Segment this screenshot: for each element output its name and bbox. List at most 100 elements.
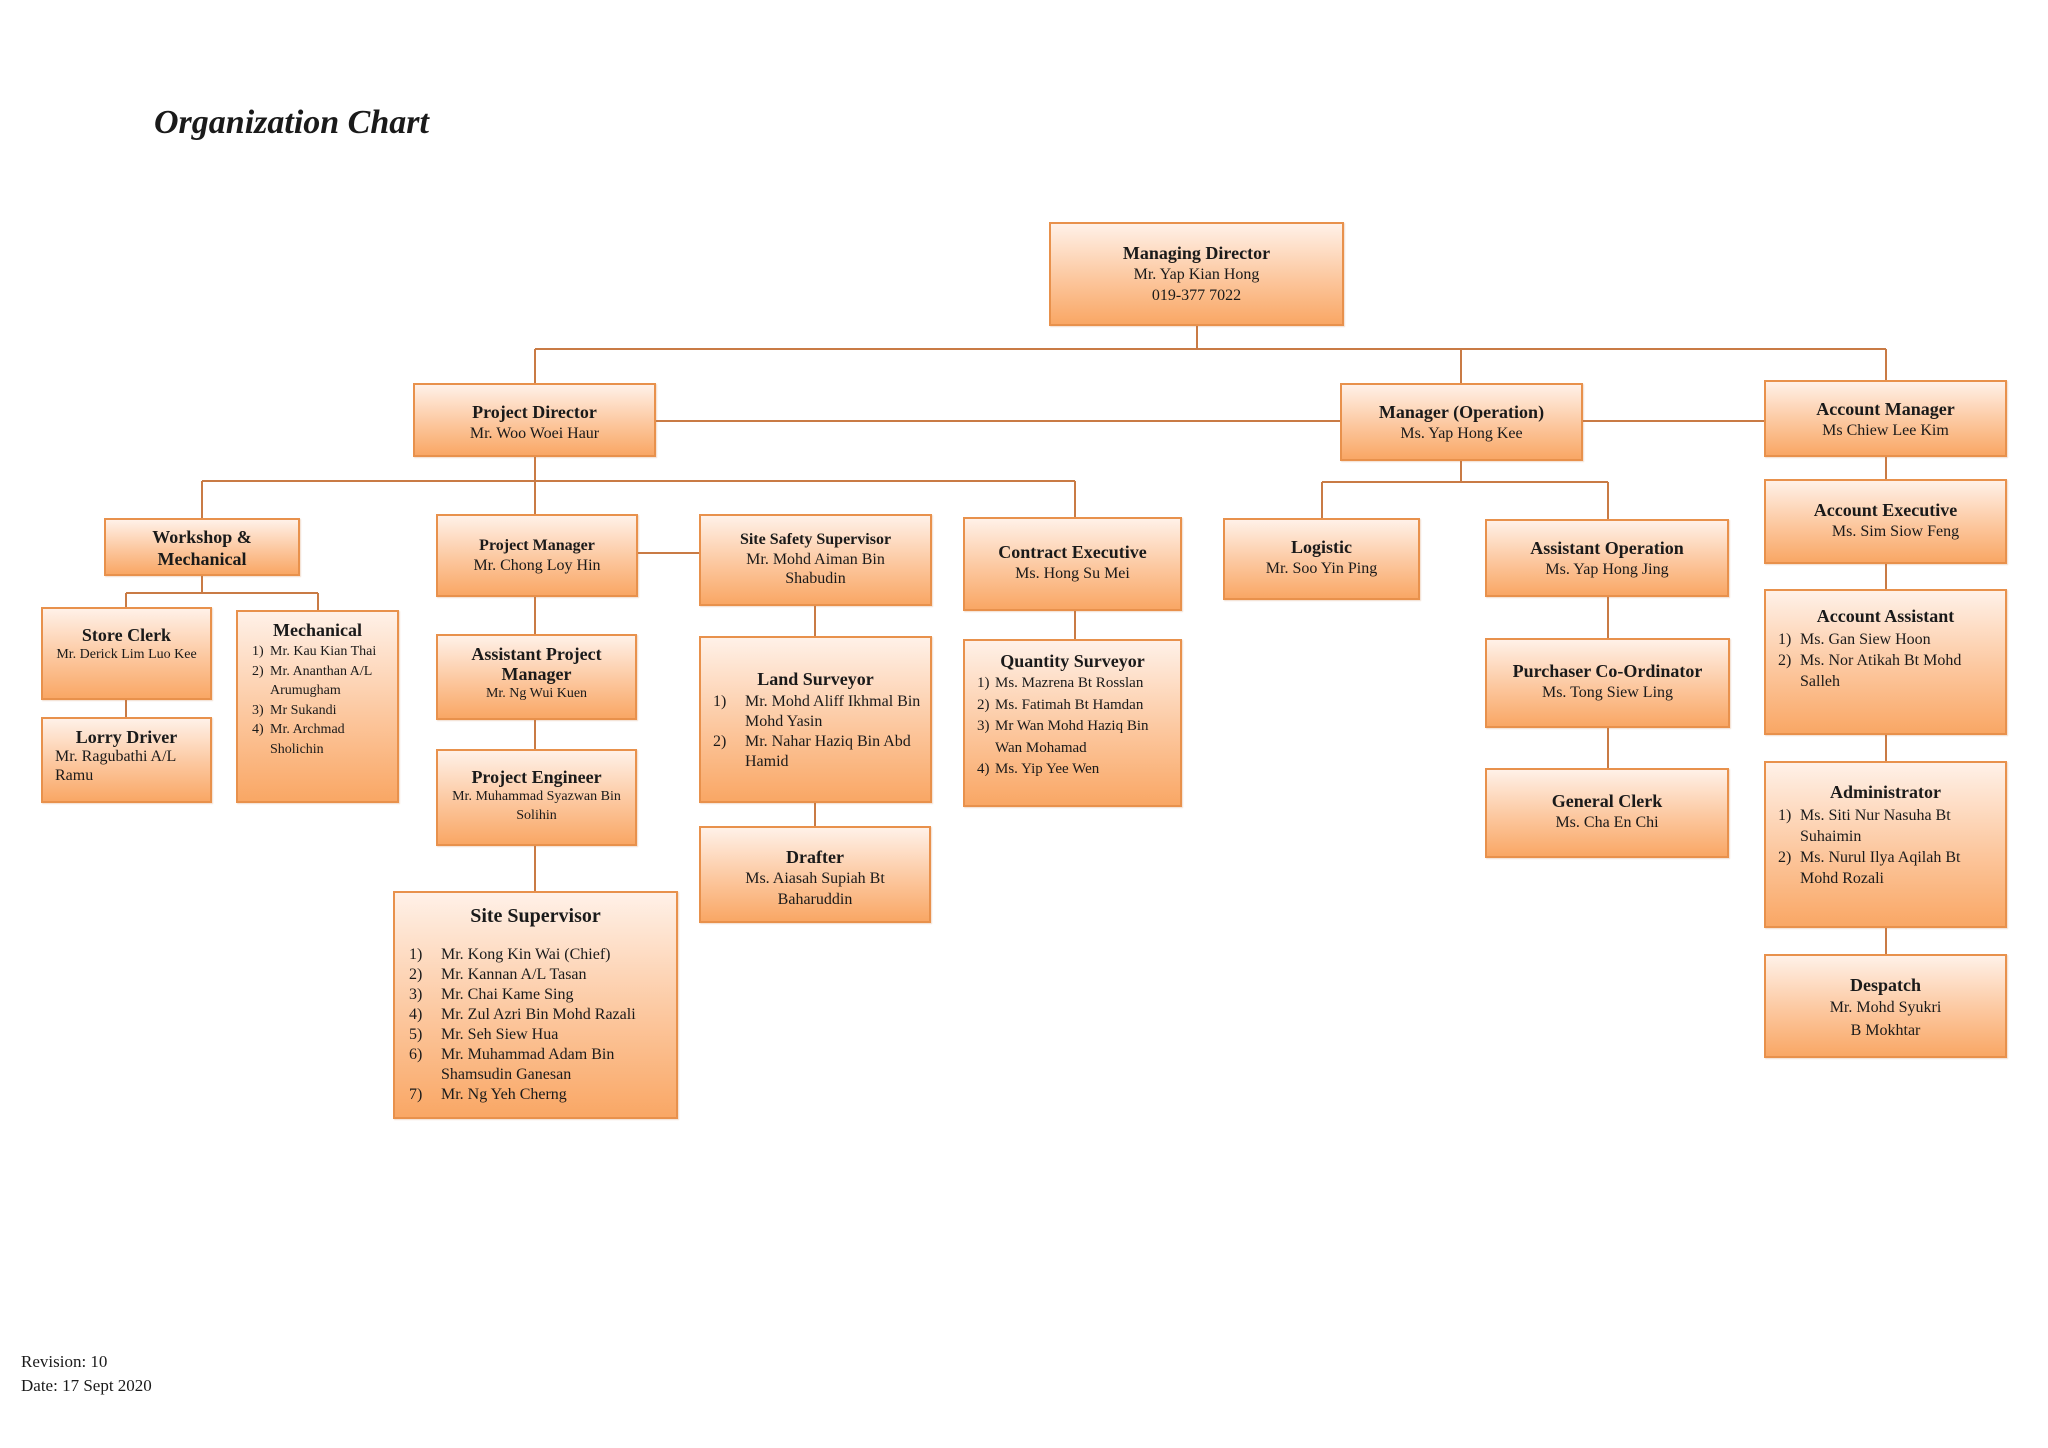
node-title: Lorry Driver — [75, 727, 178, 747]
node-phone: 019-377 7022 — [1151, 287, 1242, 304]
member-item: 2) Mr. Ananthan A/L Arumugham — [252, 663, 372, 699]
member-item: 4) Ms. Yip Yee Wen — [977, 761, 1100, 777]
node-land-surveyor: Land Surveyor 1) Mr. Mohd Aliff Ikhmal Bi… — [699, 636, 932, 803]
date-label: Date: 17 Sept 2020 — [21, 1376, 152, 1395]
node-name: Mr. Chong Loy Hin — [473, 557, 601, 574]
member-list: 1) Ms. Mazrena Bt Rosslan 2) Ms. Fatimah B… — [965, 673, 1180, 781]
node-assistant-project-manager: Assistant Project Manager Mr. Ng Wui Kue… — [436, 634, 637, 720]
node-title: General Clerk — [1551, 791, 1663, 811]
member-list: 1) Mr. Kong Kin Wai (Chief) 2) Mr. Kannan … — [395, 945, 676, 1105]
node-title: Mechanical — [273, 620, 362, 640]
node-name: Ms. Aiasah Supiah Bt Baharuddin — [745, 870, 885, 908]
node-name: Ms. Tong Siew Ling — [1541, 684, 1674, 701]
member-item: 5) Mr. Seh Siew Hua — [409, 1026, 559, 1043]
node-title: Purchaser Co-Ordinator — [1512, 661, 1703, 681]
node-project-director: Project Director Mr. Woo Woei Haur — [413, 383, 656, 457]
node-drafter: Drafter Ms. Aiasah Supiah Bt Baharuddin — [699, 826, 931, 923]
node-title: Drafter — [786, 847, 844, 867]
node-title: Managing Director — [1122, 243, 1271, 263]
node-account-assistant: Account Assistant 1) Ms. Gan Siew Hoon 2)… — [1764, 589, 2007, 735]
node-manager-operation: Manager (Operation) Ms. Yap Hong Kee — [1340, 383, 1583, 461]
node-lorry-driver: Lorry Driver Mr. Ragubathi A/L Ramu — [41, 717, 212, 803]
node-administrator: Administrator 1) Ms. Siti Nur Nasuha Bt S… — [1764, 761, 2007, 928]
node-assistant-operation: Assistant Operation Ms. Yap Hong Jing — [1485, 519, 1729, 597]
member-item: 1) Mr. Mohd Aliff Ikhmal Bin Mohd Yasin — [713, 693, 921, 730]
node-title: Land Surveyor — [757, 669, 874, 689]
node-title: Contract Executive — [998, 542, 1147, 562]
node-workshop-mechanical: Workshop & Mechanical — [104, 518, 300, 576]
member-item: 1) Ms. Siti Nur Nasuha Bt Suhaimin — [1778, 807, 1951, 845]
node-name: Mr. Derick Lim Luo Kee — [56, 647, 197, 662]
node-purchaser-coordinator: Purchaser Co-Ordinator Ms. Tong Siew Lin… — [1485, 638, 1730, 728]
member-list: 1) Ms. Siti Nur Nasuha Bt Suhaimin 2) Ms. … — [1766, 805, 2005, 889]
node-name: Ms. Hong Su Mei — [1015, 565, 1130, 582]
node-project-manager: Project Manager Mr. Chong Loy Hin — [436, 514, 638, 597]
node-name: Ms. Yap Hong Jing — [1545, 561, 1669, 578]
revision-label: Revision: 10 — [21, 1352, 108, 1371]
node-title: Despatch — [1850, 975, 1921, 995]
node-title: Assistant Project Manager — [471, 644, 602, 684]
member-item: 1) Mr. Kau Kian Thai — [252, 644, 377, 659]
node-title: Site Supervisor — [470, 905, 601, 927]
node-mechanical: Mechanical 1) Mr. Kau Kian Thai 2) Mr. Ana… — [236, 610, 399, 803]
member-item: 2) Ms. Nurul Ilya Aqilah Bt Mohd Rozali — [1778, 849, 1961, 887]
node-account-manager: Account Manager Ms Chiew Lee Kim — [1764, 380, 2007, 457]
node-account-executive: Account Executive Ms. Sim Siow Feng — [1764, 479, 2007, 564]
member-item: 2) Mr. Kannan A/L Tasan — [409, 966, 587, 983]
node-name: Mr. Yap Kian Hong — [1133, 266, 1260, 283]
node-name: Mr. Ragubathi A/L Ramu — [55, 748, 176, 784]
member-item: 3) Mr Wan Mohd Haziq Bin Wan Mohamad — [977, 718, 1149, 756]
node-contract-executive: Contract Executive Ms. Hong Su Mei — [963, 517, 1182, 611]
member-item: 4) Mr. Zul Azri Bin Mohd Razali — [409, 1006, 636, 1023]
member-item: 1) Ms. Mazrena Bt Rosslan — [977, 675, 1144, 691]
member-item: 2) Mr. Nahar Haziq Bin Abd Hamid — [713, 733, 911, 770]
node-title: Account Executive — [1813, 500, 1958, 520]
node-despatch: Despatch Mr. Mohd Syukri B Mokhtar — [1764, 954, 2007, 1058]
node-title: Project Director — [472, 402, 597, 422]
node-title: Administrator — [1830, 782, 1941, 802]
node-title: Site Safety Supervisor — [739, 531, 892, 548]
member-item: 4) Mr. Archmad Sholichin — [252, 722, 345, 757]
node-quantity-surveyor: Quantity Surveyor 1) Ms. Mazrena Bt Rossl… — [963, 639, 1182, 807]
node-name: Mr. Soo Yin Ping — [1265, 560, 1378, 577]
node-name: Mr. Ng Wui Kuen — [485, 686, 588, 701]
node-name: Mr. Muhammad Syazwan Bin Solihin — [452, 789, 621, 823]
node-name: Ms Chiew Lee Kim — [1822, 422, 1949, 439]
node-managing-director: Managing Director Mr. Yap Kian Hong 019-… — [1049, 222, 1344, 326]
node-name: B Mokhtar — [1850, 1022, 1921, 1039]
node-site-supervisor: Site Supervisor 1) Mr. Kong Kin Wai (Chie… — [393, 891, 678, 1119]
member-list: 1) Mr. Mohd Aliff Ikhmal Bin Mohd Yasin 2… — [701, 692, 930, 772]
member-item: 2) Ms. Nor Atikah Bt Mohd Salleh — [1778, 652, 1962, 690]
node-title: Project Manager — [479, 537, 595, 554]
node-title: Quantity Surveyor — [1000, 651, 1145, 671]
member-item: 2) Ms. Fatimah Bt Hamdan — [977, 696, 1144, 713]
node-project-engineer: Project Engineer Mr. Muhammad Syazwan Bi… — [436, 749, 637, 846]
member-list: 1) Mr. Kau Kian Thai 2) Mr. Ananthan A/L A… — [238, 642, 397, 759]
node-title: Account Manager — [1816, 399, 1955, 419]
node-name: Mr. Mohd Aiman Bin Shabudin — [746, 551, 885, 587]
node-name: Mr. Woo Woei Haur — [469, 425, 600, 442]
member-item: 1) Ms. Gan Siew Hoon — [1778, 631, 1931, 648]
node-name: Ms. Yap Hong Kee — [1400, 425, 1523, 442]
node-general-clerk: General Clerk Ms. Cha En Chi — [1485, 768, 1729, 858]
member-list: 1) Ms. Gan Siew Hoon 2) Ms. Nor Atikah Bt … — [1766, 629, 2005, 692]
member-item: 1) Mr. Kong Kin Wai (Chief) — [409, 946, 611, 963]
node-site-safety-supervisor: Site Safety Supervisor Mr. Mohd Aiman Bi… — [699, 514, 932, 606]
node-name: Mr. Mohd Syukri — [1829, 999, 1942, 1016]
node-logistic: Logistic Mr. Soo Yin Ping — [1223, 518, 1420, 600]
node-title: Account Assistant — [1816, 606, 1955, 626]
node-title: Assistant Operation — [1530, 538, 1684, 558]
revision-footer: Revision: 10 Date: 17 Sept 2020 — [21, 1350, 152, 1398]
node-name: Ms. Sim Siow Feng — [1831, 523, 1960, 540]
node-store-clerk: Store Clerk Mr. Derick Lim Luo Kee — [41, 607, 212, 700]
member-item: 6) Mr. Muhammad Adam Bin Shamsudin Ganesa… — [409, 1046, 615, 1083]
member-item: 3) Mr Sukandi — [252, 702, 337, 718]
node-title: Project Engineer — [471, 767, 602, 787]
node-name: Ms. Cha En Chi — [1555, 814, 1659, 831]
node-title: Workshop & Mechanical — [152, 527, 252, 569]
member-item: 3) Mr. Chai Kame Sing — [409, 986, 574, 1003]
member-item: 7) Mr. Ng Yeh Cherng — [409, 1086, 567, 1103]
node-title: Store Clerk — [81, 625, 172, 645]
node-title: Logistic — [1291, 537, 1352, 557]
node-title: Manager (Operation) — [1378, 402, 1545, 422]
